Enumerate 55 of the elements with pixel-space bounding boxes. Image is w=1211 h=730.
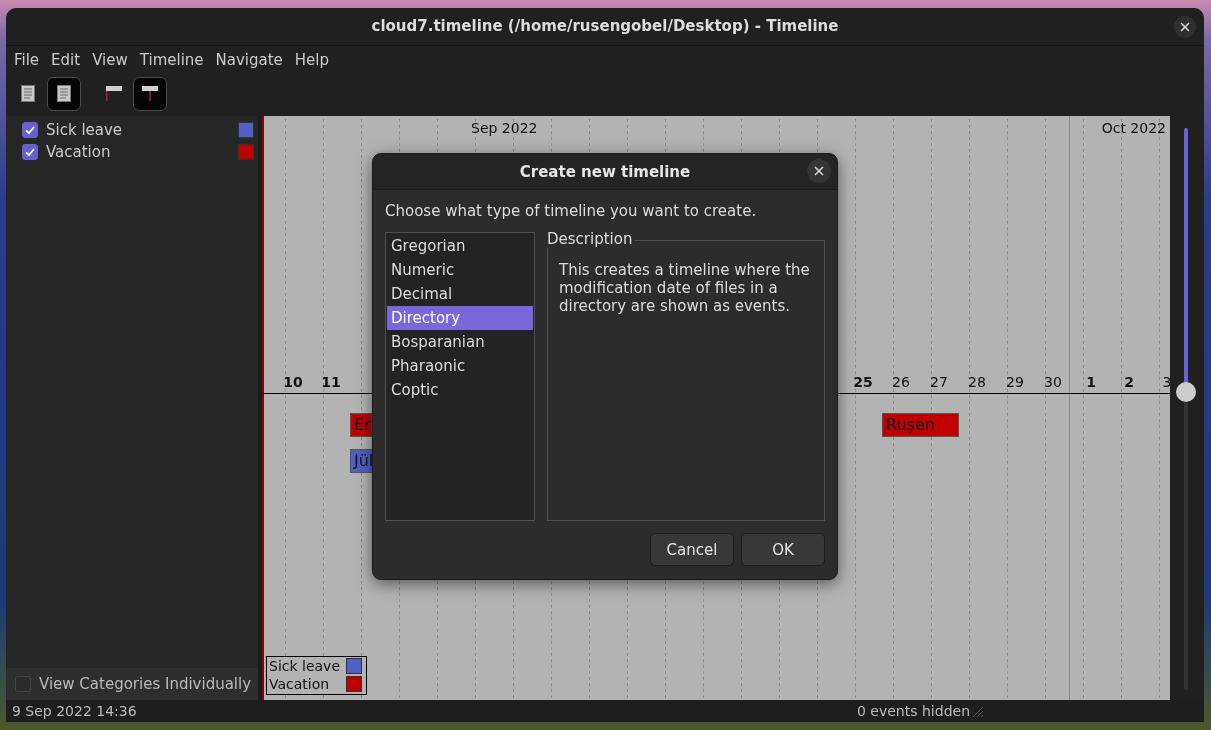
resize-grip-icon[interactable] [970, 704, 984, 719]
checkbox[interactable] [22, 144, 38, 161]
day-label: 3 [1161, 374, 1170, 391]
dialog-button[interactable]: OK [741, 533, 825, 566]
window-title: cloud7.timeline (/home/rusengobel/Desktop) - Timeline [371, 17, 839, 36]
menu-item[interactable]: Help [288, 50, 336, 69]
list-item[interactable]: Numeric [387, 258, 533, 282]
legend-label: Vacation [269, 676, 331, 693]
status-text: 9 Sep 2022 14:36 [12, 703, 138, 720]
dialog-button[interactable]: Cancel [650, 533, 734, 566]
menu-item[interactable]: Timeline [133, 50, 210, 69]
dialog-title: Create new timeline [519, 162, 691, 181]
close-icon [1180, 22, 1190, 32]
list-item[interactable]: Coptic [387, 378, 533, 402]
day-label: 25 [852, 374, 874, 391]
list-item[interactable]: Pharaonic [387, 354, 533, 378]
category-label: Vacation [46, 143, 112, 162]
document-icon [57, 85, 71, 103]
legend-label: Sick leave [269, 658, 340, 675]
month-label: Sep 2022 [471, 120, 538, 137]
list-item[interactable]: Decimal [387, 282, 533, 306]
menu-item[interactable]: Edit [45, 50, 87, 69]
list-item[interactable]: Gregorian [387, 234, 533, 258]
group-label: Description [547, 230, 636, 248]
day-label: 10 [282, 374, 304, 391]
slider-thumb[interactable] [1176, 382, 1196, 403]
day-label: 2 [1123, 374, 1135, 391]
day-label: 27 [929, 374, 949, 391]
close-icon [814, 166, 824, 176]
day-label: 26 [891, 374, 911, 391]
day-label: 29 [1005, 374, 1025, 391]
month-label: Oct 2022 [1101, 120, 1166, 137]
menu-item[interactable]: Navigate [209, 50, 289, 69]
document-icon [21, 85, 35, 103]
menu-item[interactable]: File [8, 50, 46, 69]
flag-icon [105, 85, 123, 103]
day-label: 30 [1043, 374, 1063, 391]
checkbox[interactable] [15, 676, 31, 693]
toolbar-button[interactable] [47, 76, 81, 111]
day-label: 11 [320, 374, 342, 391]
checkbox-label: View Categories Individually [39, 675, 252, 694]
status-text: 0 events hidden [857, 703, 970, 720]
checkbox[interactable] [22, 122, 38, 139]
marker-icon [141, 85, 159, 103]
day-label: 1 [1085, 374, 1097, 391]
toolbar-button[interactable] [133, 76, 167, 111]
list-item[interactable]: Bosparanian [387, 330, 533, 354]
day-label: 28 [967, 374, 987, 391]
description-text: This creates a timeline where the modification date of files in a directory are shown as events. [559, 261, 811, 315]
close-button[interactable] [1174, 16, 1196, 38]
category-label: Sick leave [46, 121, 124, 140]
list-item[interactable]: Directory [387, 306, 533, 330]
menu-item[interactable]: View [86, 50, 134, 69]
close-button[interactable] [807, 159, 831, 183]
prompt-text: Choose what type of timeline you want to create. [385, 202, 758, 220]
